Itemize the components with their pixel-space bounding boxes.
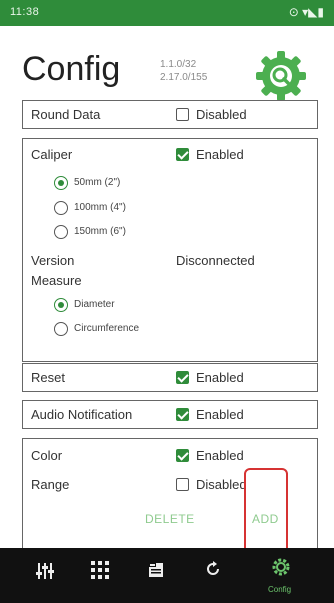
reset-toggle-label[interactable]: Enabled	[196, 370, 244, 385]
caliper-label: Caliper	[31, 147, 73, 162]
caliper-checkbox[interactable]	[176, 148, 189, 161]
caliper-toggle-label[interactable]: Enabled	[196, 147, 244, 162]
range-label: Range	[31, 477, 70, 492]
measure-diameter-label[interactable]: Diameter	[74, 299, 115, 310]
status-icons: ⊙ ▾◣▮	[288, 5, 324, 19]
document-icon[interactable]	[148, 561, 166, 579]
config-gear-icon[interactable]	[270, 556, 292, 578]
version-label: Version	[31, 253, 75, 268]
reset-checkbox[interactable]	[176, 371, 189, 384]
reset-label: Reset	[31, 370, 65, 385]
gear-icon[interactable]	[253, 48, 309, 104]
page-title: Config	[22, 50, 121, 88]
version-value: Disconnected	[176, 253, 255, 268]
measure-label: Measure	[31, 273, 82, 288]
nav-config-label[interactable]: Config	[268, 585, 291, 594]
measure-diameter-radio[interactable]	[54, 298, 68, 312]
audio-card: Audio Notification Enabled	[22, 400, 318, 429]
version-line-2: 2.17.0/155	[160, 72, 208, 83]
caliper-card: Caliper Enabled 50mm (2") 100mm (4") 150…	[22, 138, 318, 362]
sliders-icon[interactable]	[35, 561, 55, 581]
audio-label: Audio Notification	[31, 407, 133, 422]
round-data-checkbox[interactable]	[176, 108, 189, 121]
color-checkbox[interactable]	[176, 449, 189, 462]
bottom-nav: Config	[0, 548, 334, 603]
measure-circumference-radio[interactable]	[54, 322, 68, 336]
grid-icon[interactable]	[91, 561, 109, 579]
version-line-1: 1.1.0/32	[160, 59, 197, 70]
round-data-label: Round Data	[31, 107, 101, 122]
measure-circumference-label[interactable]: Circumference	[74, 323, 139, 334]
audio-checkbox[interactable]	[176, 408, 189, 421]
sync-icon[interactable]	[205, 561, 221, 577]
status-bar: 11:38 ⊙ ▾◣▮	[0, 0, 334, 26]
color-label: Color	[31, 448, 63, 463]
size-100mm-radio[interactable]	[54, 201, 68, 215]
range-checkbox[interactable]	[176, 478, 189, 491]
range-toggle-label[interactable]: Disabled	[196, 477, 247, 492]
round-data-toggle-label[interactable]: Disabled	[196, 107, 247, 122]
round-data-card: Round Data Disabled	[22, 100, 318, 129]
delete-button[interactable]: DELETE	[145, 512, 195, 526]
size-100mm-label[interactable]: 100mm (4")	[74, 202, 126, 213]
audio-toggle-label[interactable]: Enabled	[196, 407, 244, 422]
size-150mm-radio[interactable]	[54, 225, 68, 239]
color-toggle-label[interactable]: Enabled	[196, 448, 244, 463]
add-button-highlight	[244, 468, 288, 560]
size-50mm-radio[interactable]	[54, 176, 68, 190]
version-info: 1.1.0/32 2.17.0/155	[160, 58, 207, 84]
size-50mm-label[interactable]: 50mm (2")	[74, 177, 120, 188]
reset-card: Reset Enabled	[22, 363, 318, 392]
status-time: 11:38	[10, 6, 40, 18]
size-150mm-label[interactable]: 150mm (6")	[74, 226, 126, 237]
